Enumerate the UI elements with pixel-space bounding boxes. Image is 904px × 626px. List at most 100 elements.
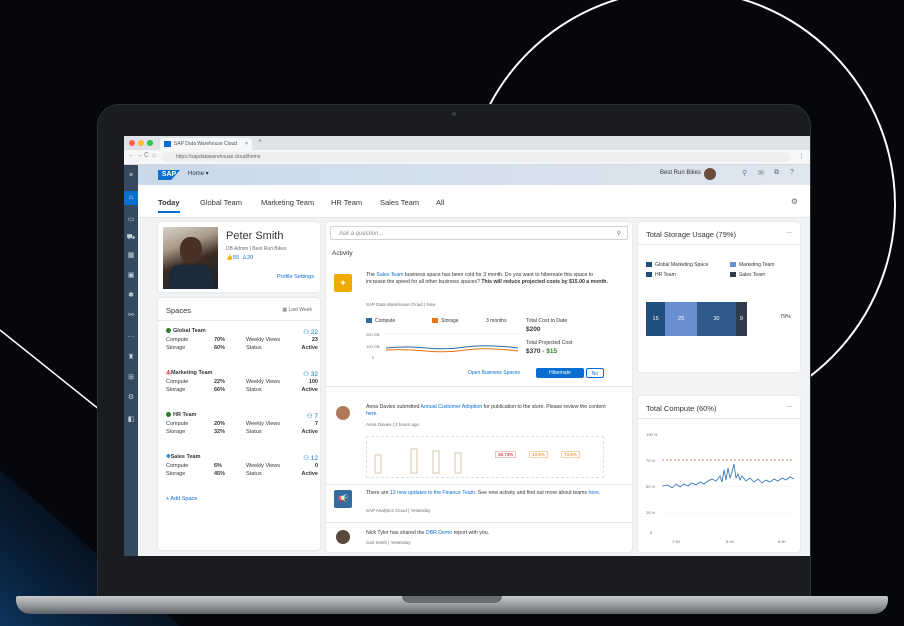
y-mid-label: 100 GB [366, 344, 380, 349]
browser-tab-title: SAP Data Warehouse Cloud [174, 141, 238, 147]
users-icon: ⚇ [303, 329, 309, 336]
tab-sales-team[interactable]: Sales Team [380, 198, 419, 207]
help-icon[interactable]: ? [790, 169, 794, 176]
spaces-title: Spaces [166, 306, 192, 315]
nav-calendar-icon[interactable]: ▦ [124, 249, 138, 263]
activity-card: Ask a question... ⚲ Activity ✦ The Sales… [326, 222, 632, 552]
segment-global-marketing[interactable]: 15 [646, 302, 666, 336]
back-icon[interactable]: ← [128, 152, 135, 159]
no-button[interactable]: No [586, 368, 604, 378]
reload-icon[interactable]: C [144, 152, 149, 159]
users-icon: ⚇ [306, 413, 313, 420]
nav-connection-icon[interactable]: ⊞ [124, 371, 138, 385]
tab-all[interactable]: All [436, 198, 444, 207]
tab-hr-team[interactable]: HR Team [331, 198, 362, 207]
more-options-icon[interactable]: ... [786, 228, 792, 235]
forward-icon[interactable]: → [136, 152, 143, 159]
nav-data-builder-icon[interactable]: ▭ [124, 213, 138, 227]
space-marketing-team[interactable]: ⚠Marketing Team ⚇ 32 Compute 22% Weekly Vi… [166, 370, 318, 410]
storage-total: 79% [780, 314, 792, 320]
more-options-icon[interactable]: ... [786, 402, 792, 409]
shell-bar: SAP Home ▾ Best Run Bikes ⚲ ✉ ⧉ ? [138, 165, 810, 185]
space-hr-team[interactable]: HR Team ⚇ 7 Compute 20% Weekly Views 7 Stor… [166, 412, 318, 452]
add-space-button[interactable]: + Add Space [166, 496, 197, 502]
y-label-75: 75 % [646, 458, 656, 463]
storage-title: Total Storage Usage (79%) [646, 230, 737, 239]
menu-icon[interactable]: ≡ [124, 169, 138, 183]
space-global-team[interactable]: Global Team ⚇ 22 Compute 70% Weekly Views 2… [166, 328, 318, 368]
space-sales-team[interactable]: ❄Sales Team ⚇ 12 Compute 6% Weekly Views 0 … [166, 454, 318, 494]
segment-sales-team[interactable]: 9 [735, 302, 748, 336]
compute-card: Total Compute (60%) ... 100 % 75 % 50 % … [638, 396, 800, 552]
team-tabs: Today Global Team Marketing Team HR Team… [138, 185, 810, 218]
people-count: 20 [246, 255, 254, 261]
tab-global-team[interactable]: Global Team [200, 198, 242, 207]
period-selector[interactable]: 3 months [486, 318, 507, 324]
nav-monitor-icon[interactable]: ▣ [124, 269, 138, 283]
profile-photo [163, 227, 218, 289]
window-close-button[interactable] [129, 140, 135, 146]
copilot-icon[interactable]: ⧉ [774, 169, 779, 177]
legend-sales-team: Sales Team [730, 272, 765, 278]
storage-stacked-bar: 15 25 30 9 [646, 302, 774, 336]
x-label-730: 7:30 [672, 539, 680, 544]
browser-tab[interactable]: SAP Data Warehouse Cloud × [160, 138, 252, 150]
spaces-filter[interactable]: ▦ Last Week [282, 307, 312, 313]
adoption-preview[interactable]: 38.73% 43.5% 73.6% [366, 436, 604, 478]
kpi-1: 38.73% [495, 451, 517, 458]
nav-gear-icon[interactable]: ⚙ [124, 391, 138, 405]
nav-settings-icon[interactable]: ✱ [124, 289, 138, 303]
profile-name: Peter Smith [226, 230, 284, 242]
updates-message: There are 12 new updates to the Finance … [366, 490, 601, 496]
y-bottom-label: 0 [372, 355, 375, 360]
search-icon[interactable]: ⚲ [742, 169, 747, 177]
users-icon: ⚇ [303, 455, 309, 462]
window-minimize-button[interactable] [138, 140, 144, 146]
sap-logo[interactable]: SAP [158, 170, 180, 180]
home-icon[interactable]: ⌂ [152, 152, 156, 159]
profile-settings-link[interactable]: Profile Settings [277, 274, 314, 280]
segment-free [747, 302, 774, 336]
status-dot-icon [166, 328, 171, 334]
nav-cart-icon[interactable]: ⛟ [124, 231, 138, 245]
tab-close-icon[interactable]: × [245, 138, 248, 150]
window-maximize-button[interactable] [147, 140, 153, 146]
nav-sidebar-icon[interactable]: ◧ [124, 413, 138, 427]
home-menu-button[interactable]: Home ▾ [188, 170, 209, 177]
calendar-icon: ▦ [282, 307, 288, 313]
y-label-0: 0 [650, 530, 653, 535]
y-label-100: 100 % [646, 432, 658, 437]
nav-network-icon[interactable]: ⚯ [124, 309, 138, 323]
tab-marketing-team[interactable]: Marketing Team [261, 198, 314, 207]
sap-favicon-icon [164, 141, 171, 147]
tab-today[interactable]: Today [158, 198, 180, 213]
ask-question-input[interactable]: Ask a question... ⚲ [330, 226, 628, 240]
search-icon: ⚲ [616, 231, 621, 237]
user-avatar[interactable] [704, 168, 716, 180]
nav-home-icon[interactable]: ⌂ [124, 191, 138, 205]
preview-bar-chart [374, 448, 462, 474]
hibernate-meta: SAP Data Warehouse Cloud | Now [366, 302, 436, 307]
lightbulb-icon: ✦ [334, 274, 352, 292]
y-label-25: 25 % [646, 510, 656, 515]
compute-title: Total Compute (60%) [646, 404, 717, 413]
browser-menu-icon[interactable]: ⋮ [798, 152, 805, 160]
new-tab-button[interactable]: + [258, 138, 262, 145]
company-name: Best Run Bikes [660, 170, 702, 176]
spaces-card: Spaces ▦ Last Week Global Team ⚇ 22 Comp… [158, 298, 320, 550]
hibernate-button[interactable]: Hibernate [536, 368, 584, 378]
address-bar[interactable]: https://sapdatawarehouse.cloud/home [162, 152, 790, 162]
legend-global-marketing: Global Marketing Space [646, 262, 708, 268]
megaphone-icon: 📢 [334, 490, 352, 508]
open-business-spaces-button[interactable]: Open Business Spaces [458, 368, 530, 378]
legend-marketing-team: Marketing Team [730, 262, 774, 268]
settings-gear-icon[interactable]: ⚙ [791, 197, 798, 206]
profile-role: DB Admin | Best Run Bikes [226, 246, 287, 252]
segment-marketing-team[interactable]: 25 [665, 302, 698, 336]
y-label-50: 50 % [646, 484, 656, 489]
nav-security-icon[interactable]: ♜ [124, 351, 138, 365]
notifications-icon[interactable]: ✉ [758, 169, 764, 177]
segment-hr-team[interactable]: 30 [697, 302, 736, 336]
nav-more-icon[interactable]: … [124, 329, 138, 343]
cost-value: $200 [526, 326, 541, 333]
